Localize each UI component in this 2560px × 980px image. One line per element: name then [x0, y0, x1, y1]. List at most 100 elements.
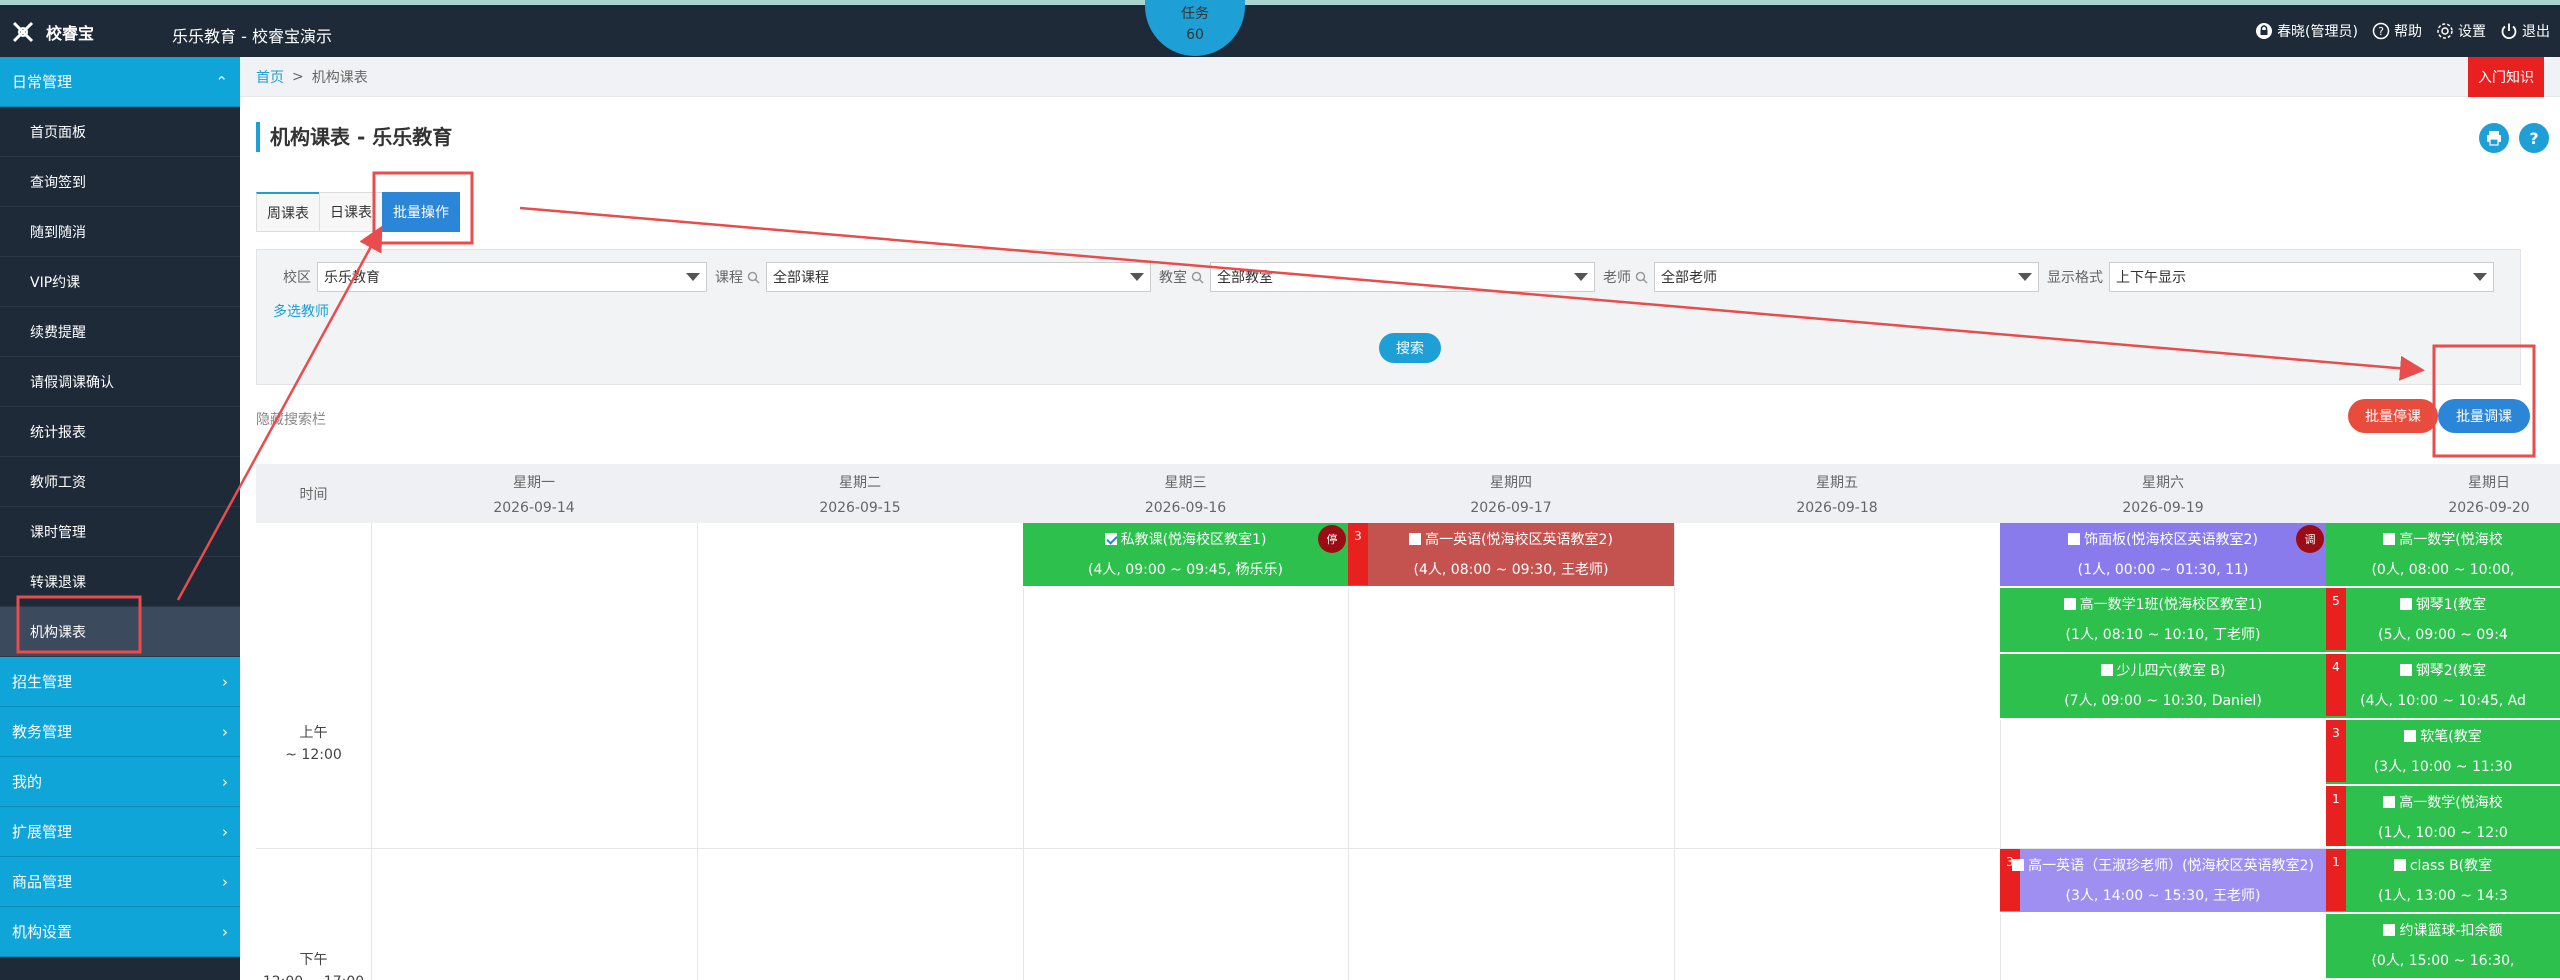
sidebar-section-label: 教务管理 [12, 723, 73, 741]
sidebar-section-label: 商品管理 [12, 873, 73, 891]
sidebar-item-vip[interactable]: VIP约课 [0, 257, 240, 307]
tab-day[interactable]: 日课表 [319, 192, 383, 232]
lesson-card[interactable]: 高一数学1班(悦海校区教室1) (1人, 08:10 ~ 10:10, 丁老师) [2000, 588, 2326, 654]
checkbox[interactable] [2399, 598, 2412, 610]
sidebar-section-mine[interactable]: 我的 › [0, 757, 240, 807]
sidebar-item-label: 机构课表 [30, 624, 86, 641]
lesson-card[interactable]: 1 class B(教室 (1人, 13:00 ~ 14:3 [2326, 849, 2560, 914]
lesson-detail: (5人, 09:00 ~ 09:4 [2378, 627, 2508, 643]
time-header: 时间 [256, 464, 371, 523]
course-value: 全部课程 [773, 270, 829, 286]
page-title: 机构课表 - 乐乐教育 [256, 122, 452, 152]
multi-teacher-link[interactable]: 多选教师 [273, 301, 329, 321]
sidebar-section-academic[interactable]: 教务管理 › [0, 707, 240, 757]
checkbox[interactable] [2012, 859, 2025, 871]
logout-link[interactable]: 退出 [2500, 21, 2550, 41]
batch-adjust-button[interactable]: 批量调课 [2438, 399, 2530, 433]
format-label-text: 显示格式 [2047, 270, 2103, 286]
printer-icon [2487, 131, 2501, 146]
day-date: 2026-09-16 [1144, 500, 1227, 516]
checkbox[interactable] [2100, 664, 2113, 676]
lesson-card[interactable]: 3 高一英语（王淑珍老师）(悦海校区英语教室2) (3人, 14:00 ~ 15… [2000, 849, 2326, 914]
tab-week[interactable]: 周课表 [256, 192, 320, 232]
grid-line [371, 523, 372, 980]
sidebar-section-recruit[interactable]: 招生管理 › [0, 657, 240, 707]
campus-value: 乐乐教育 [324, 270, 380, 286]
lesson-card[interactable]: 少儿四六(教室 B) (7人, 09:00 ~ 10:30, Daniel) [2000, 654, 2326, 720]
sidebar-item-checkin[interactable]: 查询签到 [0, 157, 240, 207]
search-button[interactable]: 搜索 [1379, 333, 1441, 363]
teacher-select[interactable]: 全部老师 [1654, 262, 2039, 292]
lesson-detail: (1人, 13:00 ~ 14:3 [2378, 888, 2508, 904]
top-bar: 校睿宝 乐乐教育 - 校睿宝演示 春晓(管理员) ? 帮助 设置 退出 [0, 5, 2560, 57]
room-select[interactable]: 全部教室 [1210, 262, 1595, 292]
checkbox[interactable] [2399, 664, 2412, 676]
lesson-card[interactable]: 4 钢琴2(教室 (4人, 10:00 ~ 10:45, Ad [2326, 654, 2560, 720]
sidebar-item-leave[interactable]: 请假调课确认 [0, 357, 240, 407]
checkbox[interactable] [2383, 924, 2396, 936]
checkbox[interactable] [2404, 730, 2417, 742]
sidebar-item-salary[interactable]: 教师工资 [0, 457, 240, 507]
sidebar-section-extension[interactable]: 扩展管理 › [0, 807, 240, 857]
sidebar-item-walkin[interactable]: 随到随消 [0, 207, 240, 257]
day-date: 2026-09-15 [819, 500, 901, 516]
question-circle-icon: ? [2372, 22, 2390, 40]
period-name: 下午 [299, 952, 328, 968]
lesson-card[interactable]: 高一数学(悦海校 (0人, 08:00 ~ 10:00, [2326, 523, 2560, 588]
sidebar-item-renewal[interactable]: 续费提醒 [0, 307, 240, 357]
format-value: 上下午显示 [2116, 270, 2186, 286]
page-help-button[interactable]: ? [2519, 123, 2549, 153]
tab-batch[interactable]: 批量操作 [382, 192, 460, 232]
batch-stop-button[interactable]: 批量停课 [2348, 399, 2438, 433]
intro-knowledge-button[interactable]: 入门知识 [2468, 57, 2544, 97]
lesson-card[interactable]: 3 软笔(教室 (3人, 10:00 ~ 11:30 [2326, 720, 2560, 786]
hide-search-link[interactable]: 隐藏搜索栏 [256, 409, 326, 429]
room-label: 教室 [1159, 267, 1204, 287]
sidebar-item-reports[interactable]: 统计报表 [0, 407, 240, 457]
sidebar-item-dashboard[interactable]: 首页面板 [0, 107, 240, 157]
sidebar-section-settings[interactable]: 机构设置 › [0, 907, 240, 957]
lesson-card[interactable]: 3 高一英语(悦海校区英语教室2) (4人, 08:00 ~ 09:30, 王老… [1348, 523, 1674, 588]
sidebar-item-label: 课时管理 [30, 524, 86, 541]
task-label: 任务 [1181, 6, 1209, 22]
breadcrumb-home[interactable]: 首页 [256, 67, 284, 87]
teacher-label-text: 老师 [1603, 270, 1631, 286]
teacher-label: 老师 [1603, 267, 1648, 287]
lesson-card[interactable]: 5 钢琴1(教室 (5人, 09:00 ~ 09:4 [2326, 588, 2560, 654]
day-name: 星期日 [2468, 475, 2510, 491]
checkbox[interactable] [2063, 598, 2076, 610]
sidebar-item-label: 教师工资 [30, 474, 86, 491]
main-content: 首页 > 机构课表 入门知识 机构课表 - 乐乐教育 ? 周课表 日课表 批量操… [240, 57, 2560, 980]
user-menu[interactable]: 春晓(管理员) [2255, 21, 2358, 41]
sidebar-item-hours[interactable]: 课时管理 [0, 507, 240, 557]
lesson-title: 约课篮球-扣余额 [2399, 923, 2503, 939]
campus-select[interactable]: 乐乐教育 [317, 262, 707, 292]
checkbox[interactable] [1409, 533, 1422, 545]
logo[interactable]: 校睿宝 [10, 19, 94, 45]
course-select[interactable]: 全部课程 [766, 262, 1151, 292]
search-icon [1635, 271, 1648, 284]
print-button[interactable] [2479, 123, 2509, 153]
lesson-card[interactable]: 饰面板(悦海校区英语教室2) (1人, 00:00 ~ 01:30, 11) 调 [2000, 523, 2326, 588]
checkbox[interactable] [2383, 533, 2396, 545]
settings-link[interactable]: 设置 [2436, 21, 2486, 41]
checkbox[interactable] [2068, 533, 2081, 545]
sidebar-section-daily[interactable]: 日常管理 ⌃ [0, 57, 240, 107]
checkbox[interactable] [2383, 796, 2396, 808]
lesson-card[interactable]: 约课篮球-扣余额 (0人, 15:00 ~ 16:30, [2326, 914, 2560, 980]
help-link[interactable]: ? 帮助 [2372, 21, 2422, 41]
lesson-title: 钢琴2(教室 [2415, 663, 2487, 679]
logo-icon [12, 21, 34, 43]
sidebar-section-products[interactable]: 商品管理 › [0, 857, 240, 907]
adjusted-badge: 调 [2296, 525, 2324, 553]
sidebar-item-transfer[interactable]: 转课退课 [0, 557, 240, 607]
format-select[interactable]: 上下午显示 [2109, 262, 2494, 292]
lesson-card[interactable]: 1 高一数学(悦海校 (1人, 10:00 ~ 12:0 [2326, 786, 2560, 848]
lesson-card[interactable]: 私教课(悦海校区教室1) (4人, 09:00 ~ 09:45, 杨乐乐) 停 [1023, 523, 1348, 588]
sidebar-item-schedule[interactable]: 机构课表 [0, 607, 240, 657]
svg-text:?: ? [2378, 25, 2384, 38]
checkbox[interactable] [1104, 533, 1117, 545]
day-header-thu: 星期四 2026-09-17 [1348, 464, 1674, 523]
lesson-title: 高一数学(悦海校 [2399, 795, 2503, 811]
checkbox[interactable] [2393, 859, 2406, 871]
